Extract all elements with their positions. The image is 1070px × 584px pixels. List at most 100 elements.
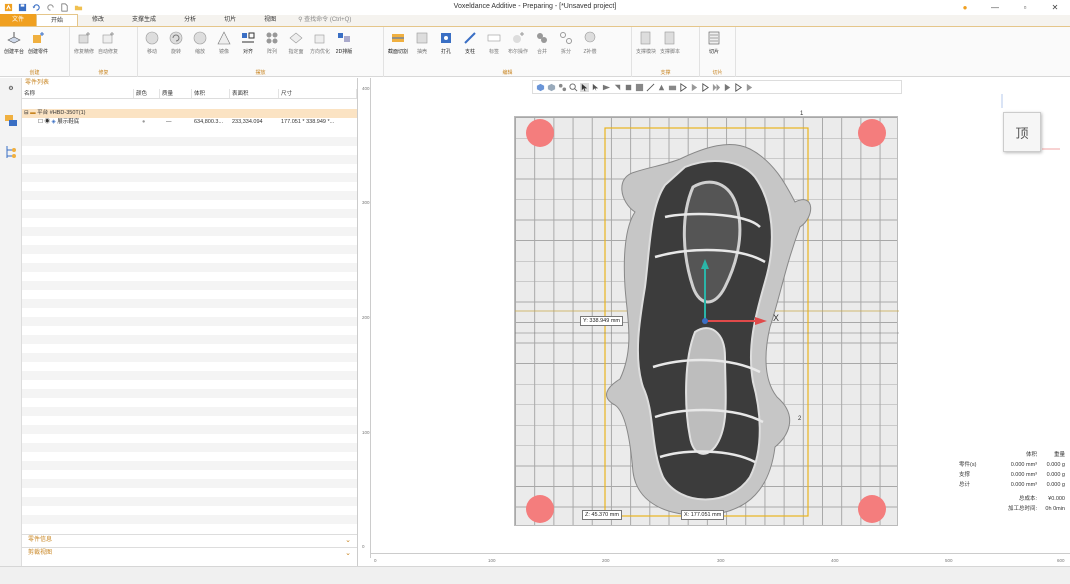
scale-icon <box>193 31 207 45</box>
select-arrow-icon[interactable] <box>580 82 589 92</box>
select-shell-icon[interactable] <box>624 83 633 92</box>
select-region-icon[interactable] <box>591 83 600 92</box>
table-background <box>22 128 357 528</box>
select-box-icon[interactable] <box>635 83 644 92</box>
view-cube-icon[interactable] <box>536 83 545 92</box>
select-brush-icon[interactable] <box>657 83 666 92</box>
support-script-button[interactable]: 支撑脚本 <box>658 30 682 55</box>
vertical-ruler: 400 300 200 100 0 <box>361 78 371 558</box>
total-cost-value: ¥0.000 <box>1048 496 1065 502</box>
align-icon <box>242 32 255 43</box>
label: 自动修复 <box>97 49 118 55</box>
punch-hole-button[interactable]: 打孔 <box>434 30 458 55</box>
corner-marker-2: 2 <box>798 416 802 422</box>
shell-button[interactable]: 抽壳 <box>410 30 434 55</box>
row-volume: 634,800.3... <box>194 119 224 125</box>
loop-icon[interactable] <box>745 83 754 92</box>
boolean-button[interactable]: 布尔操作 <box>506 30 530 55</box>
label-button[interactable]: 标签 <box>482 30 506 55</box>
view-box-icon[interactable] <box>547 83 556 92</box>
split-button[interactable]: 拆分 <box>554 30 578 55</box>
label: 支柱 <box>464 49 475 55</box>
pick-face-button[interactable]: 指定面 <box>284 30 308 55</box>
select-plane-icon[interactable] <box>668 83 677 92</box>
tab-start[interactable]: 开始 <box>36 14 79 26</box>
label: 阵列 <box>266 49 277 55</box>
create-platform-button[interactable]: 创建平台 <box>2 30 26 55</box>
minimize-button[interactable]: — <box>980 0 1010 15</box>
col-mass[interactable]: 质量 <box>160 89 192 98</box>
skip-icon[interactable] <box>723 83 732 92</box>
support-module-button[interactable]: 支撑模块 <box>634 30 658 55</box>
total-time-label: 加工总时间: <box>1007 506 1037 512</box>
close-button[interactable]: ✕ <box>1040 0 1070 15</box>
command-search-input[interactable]: ⚲ 查找命令 (Ctrl+Q) <box>298 14 351 26</box>
nesting-2d-button[interactable]: 2D排版 <box>332 30 356 55</box>
repair-button[interactable]: 修复精修 <box>72 30 96 55</box>
x-dimension-label: X: 177.051 mm <box>681 510 725 520</box>
align-button[interactable]: 对齐 <box>236 30 260 55</box>
tab-slice[interactable]: 切片 <box>210 14 250 26</box>
col-size[interactable]: 尺寸 <box>279 89 357 98</box>
tab-modify[interactable]: 修改 <box>78 14 118 26</box>
orient-optimize-button[interactable]: 方向优化 <box>308 30 332 55</box>
title-bar: Voxeldance Additive - Preparing - [*Unsa… <box>0 0 1070 15</box>
build-plate[interactable]: X 1 2 <box>514 111 899 527</box>
visibility-eye-icon[interactable]: ◉ <box>44 119 51 125</box>
merge-button[interactable]: 合并 <box>530 30 554 55</box>
move-icon <box>145 31 159 45</box>
mirror-button[interactable]: 镜像 <box>212 30 236 55</box>
platform-icon <box>7 32 21 44</box>
corner-marker-1: 1 <box>800 111 804 117</box>
step-icon[interactable] <box>690 83 699 92</box>
tab-view[interactable]: 视图 <box>250 14 290 26</box>
col-color[interactable]: 颜色 <box>134 89 160 98</box>
select-edge-icon[interactable] <box>613 83 622 92</box>
hole-icon <box>441 33 451 43</box>
cut-icon <box>392 34 404 42</box>
rotate-button[interactable]: 旋转 <box>164 30 188 55</box>
step-forward-icon[interactable] <box>701 82 710 92</box>
table-row[interactable]: ⊟ ▬ 平台 #HBD-350T(1) <box>22 109 357 118</box>
tree-icon[interactable] <box>3 144 19 160</box>
grid-icon[interactable] <box>558 83 567 92</box>
select-face-icon[interactable] <box>602 83 611 92</box>
array-button[interactable]: 阵列 <box>260 30 284 55</box>
col-area[interactable]: 表面积 <box>230 89 279 98</box>
fast-forward-icon[interactable] <box>712 83 721 92</box>
label: 支撑模块 <box>635 49 656 55</box>
part-list-icon[interactable] <box>3 112 19 128</box>
zoom-icon[interactable] <box>569 82 578 92</box>
part-model[interactable] <box>515 117 899 527</box>
play-icon[interactable] <box>679 82 688 92</box>
col-volume[interactable]: 体积 <box>192 89 230 98</box>
stats-header-volume: 体积 <box>1025 452 1037 458</box>
settings-icon[interactable]: ⚙ <box>3 80 19 96</box>
section-cut-button[interactable]: 截面切割 <box>386 30 410 55</box>
scale-button[interactable]: 缩放 <box>188 30 212 55</box>
label: 方向优化 <box>309 49 330 55</box>
ruler-tick: 100 <box>362 430 370 435</box>
left-rail: ⚙ <box>0 78 22 566</box>
label: 拆分 <box>560 49 571 55</box>
clip-view-section[interactable]: 剪裁视图 ⌄ <box>22 547 357 558</box>
create-part-button[interactable]: 创建零件 <box>26 30 50 55</box>
table-row[interactable]: ☐ ◉ ◈ 展示鞋底 ● — 634,800.3... 233,334.094 … <box>22 118 357 127</box>
select-lasso-icon[interactable] <box>646 83 655 92</box>
mirror-icon <box>217 31 231 45</box>
maximize-button[interactable]: ▫ <box>1010 0 1040 15</box>
user-icon[interactable]: ● <box>950 0 980 15</box>
tab-support[interactable]: 支撑生成 <box>118 14 170 26</box>
part-info-section[interactable]: 零件信息 ⌄ <box>22 534 357 545</box>
auto-repair-button[interactable]: 自动修复 <box>96 30 120 55</box>
slice-button[interactable]: 切片 <box>702 30 726 55</box>
strut-button[interactable]: 支柱 <box>458 30 482 55</box>
z-compensation-button[interactable]: Z补偿 <box>578 30 602 55</box>
col-name[interactable]: 名称 <box>22 89 134 98</box>
tab-file[interactable]: 文件 <box>0 14 37 26</box>
tab-analyze[interactable]: 分析 <box>170 14 210 26</box>
end-icon[interactable] <box>734 82 743 92</box>
move-button[interactable]: 移动 <box>140 30 164 55</box>
total-cost-label: 总成本: <box>1018 496 1037 502</box>
label: 修复精修 <box>73 49 94 55</box>
